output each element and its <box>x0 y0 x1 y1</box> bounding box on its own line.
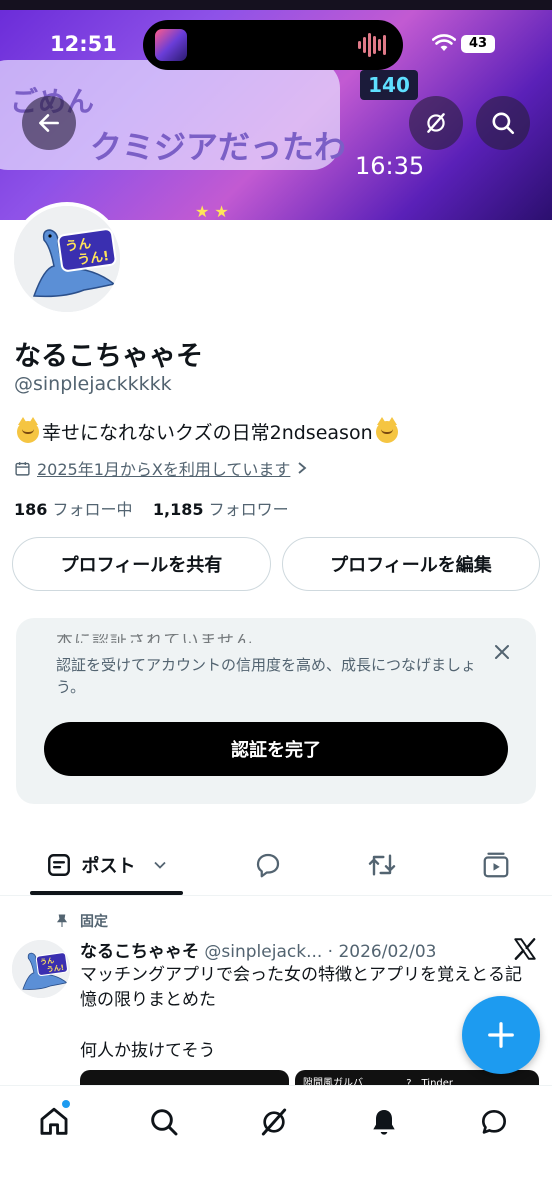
post-text: マッチングアプリで会った女の特徴とアプリを覚えとる記憶の限りまとめた <box>80 965 522 1010</box>
display-name: なるこちゃゃそ <box>14 341 203 372</box>
bio-text: 幸せになれないクズの日常2ndseason <box>42 422 373 444</box>
grok-icon <box>427 113 445 133</box>
dynamic-island <box>143 20 403 70</box>
calendar-icon <box>15 461 30 476</box>
tab-posts-label: ポスト <box>81 856 136 877</box>
wifi-icon <box>432 34 456 51</box>
profile-avatar[interactable]: うん うん! <box>10 202 124 316</box>
following-label: フォロー中 <box>52 500 133 519</box>
profile-bio: 幸せになれないクズの日常2ndseason <box>14 416 401 445</box>
followers-link[interactable]: 1,185 フォロワー <box>153 500 289 519</box>
profile-handle: @sinplejackkkkk <box>14 373 172 395</box>
nav-messages[interactable] <box>474 1102 514 1142</box>
followers-label: フォロワー <box>208 500 289 519</box>
dinosaur-sticker-image: うん うん! <box>12 940 70 998</box>
banner-bubble-line2: クミジアだったわ <box>90 128 347 166</box>
post-text-second-line: 何人か抜けてそう <box>80 1041 216 1061</box>
grok-button[interactable] <box>409 96 463 150</box>
back-button[interactable] <box>22 96 76 150</box>
now-playing-app-icon <box>155 29 187 61</box>
tab-posts[interactable]: ポスト <box>30 836 183 894</box>
repost-icon <box>368 854 396 876</box>
post-handle-date: @sinplejack... · 2026/02/03 <box>204 942 437 962</box>
pinned-indicator: 固定 <box>54 911 108 931</box>
search-icon <box>492 112 515 135</box>
cat-emoji-icon <box>17 416 39 443</box>
profile-screen: ごめん クミジアだったわ 140 16:35 ★ ★ 12:51 43 <box>0 0 552 1200</box>
plus-icon <box>488 1022 514 1048</box>
banner-image-time: 16:35 <box>355 152 425 180</box>
search-button[interactable] <box>476 96 530 150</box>
banner-scoreboard: 140 <box>360 70 418 100</box>
post-header: なるこちゃゃそ @sinplejack... · 2026/02/03 <box>80 937 470 962</box>
tab-replies[interactable] <box>238 836 298 894</box>
arrow-left-icon <box>39 114 59 132</box>
grok-icon <box>261 1108 287 1136</box>
verification-card: 本に認証されていません 認証を受けてアカウントの信用度を高め、成長につなげましょ… <box>16 618 536 804</box>
post-author-name[interactable]: なるこちゃゃそ <box>80 942 199 962</box>
following-link[interactable]: 186 フォロー中 <box>14 500 133 519</box>
tab-videos[interactable] <box>466 836 526 894</box>
avatar-image: うん うん! <box>14 206 120 312</box>
nav-home[interactable] <box>34 1102 74 1142</box>
close-icon[interactable] <box>490 640 514 664</box>
chevron-right-icon <box>298 462 307 474</box>
complete-verification-button[interactable]: 認証を完了 <box>44 722 508 776</box>
followers-count: 1,185 <box>152 500 204 519</box>
nav-grok[interactable] <box>254 1102 294 1142</box>
reply-icon <box>256 853 280 878</box>
battery-indicator: 43 <box>461 35 495 53</box>
nav-search[interactable] <box>144 1102 184 1142</box>
status-time: 12:51 <box>50 32 117 56</box>
active-tab-indicator <box>30 891 183 895</box>
home-icon <box>40 1107 68 1135</box>
verification-description: 認証を受けてアカウントの信用度を高め、成長につなげましょう。 <box>56 656 477 696</box>
follow-stats: 186 フォロー中 1,185 フォロワー <box>14 496 289 520</box>
banner-top-strip <box>0 0 552 10</box>
profile-tabs: ポスト <box>0 836 552 896</box>
post-author-avatar[interactable]: うん うん! <box>12 940 70 998</box>
share-profile-button[interactable]: プロフィールを共有 <box>12 537 271 591</box>
tab-reposts[interactable] <box>352 836 412 894</box>
compose-post-button[interactable] <box>462 996 540 1074</box>
pin-icon <box>56 914 68 927</box>
joined-text: 2025年1月からXを利用しています <box>37 460 291 479</box>
pinned-label: 固定 <box>80 914 108 930</box>
message-icon <box>482 1110 506 1134</box>
posts-tab-icon <box>47 854 70 876</box>
following-count: 186 <box>14 500 48 519</box>
cat-emoji-icon <box>375 416 398 443</box>
banner-stars: ★ ★ <box>195 202 229 220</box>
dinosaur-sticker-image: うん うん! <box>14 206 120 312</box>
joined-date[interactable]: 2025年1月からXを利用しています <box>14 456 308 480</box>
bell-icon <box>373 1110 395 1135</box>
verification-card-title: 本に認証されていません <box>56 634 253 643</box>
edit-profile-button[interactable]: プロフィールを編集 <box>282 537 540 591</box>
nav-notifications[interactable] <box>364 1102 404 1142</box>
audio-wave-icon <box>358 33 388 57</box>
video-icon <box>483 852 509 878</box>
x-logo-icon <box>514 938 536 960</box>
home-notification-dot <box>62 1100 70 1108</box>
chevron-down-icon <box>153 861 166 869</box>
search-icon <box>151 1109 178 1136</box>
bottom-navigation <box>0 1085 552 1200</box>
